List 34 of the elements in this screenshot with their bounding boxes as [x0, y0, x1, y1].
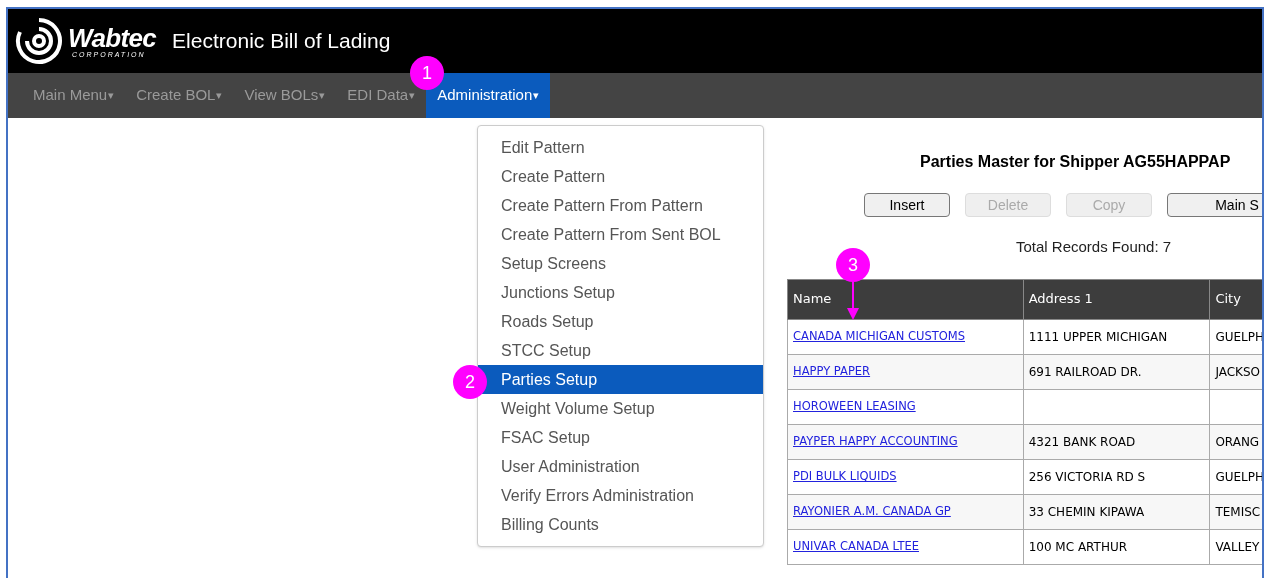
menu-item[interactable]: STCC Setup	[478, 336, 763, 365]
party-name-link[interactable]: PDI BULK LIQUIDS	[793, 469, 897, 484]
party-name-link[interactable]: HAPPY PAPER	[793, 364, 871, 379]
menu-item[interactable]: Setup Screens	[478, 249, 763, 278]
callout-arrow	[847, 282, 859, 320]
menu-item[interactable]: Create Pattern	[478, 162, 763, 191]
callout-badge: 3	[836, 248, 870, 282]
table-cell: 33 CHEMIN KIPAWA	[1023, 494, 1210, 529]
action-button[interactable]: Insert	[864, 193, 950, 217]
menu-item[interactable]: Billing Counts	[478, 510, 763, 539]
app-title: Electronic Bill of Lading	[172, 28, 391, 55]
menu-item[interactable]: FSAC Setup	[478, 423, 763, 452]
menu-item[interactable]: Verify Errors Administration	[478, 481, 763, 510]
table-cell: 256 VICTORIA RD S	[1023, 459, 1210, 494]
menu-item[interactable]: Junctions Setup	[478, 278, 763, 307]
menu-item[interactable]: User Administration	[478, 452, 763, 481]
record-count: Total Records Found: 7	[1015, 237, 1173, 257]
column-header: Address 1	[1023, 279, 1210, 319]
menu-item[interactable]: Roads Setup	[478, 307, 763, 336]
logo-wordmark: Wabtec	[68, 24, 157, 51]
menu-item[interactable]: Parties Setup	[478, 365, 763, 394]
callout-badge: 2	[453, 365, 487, 399]
menu-item[interactable]: Create Pattern From Pattern	[478, 191, 763, 220]
action-button[interactable]: Main S	[1167, 193, 1262, 217]
table-cell: 4321 BANK ROAD	[1023, 424, 1210, 459]
table-cell: 691 RAILROAD DR.	[1023, 354, 1210, 389]
page-title: Parties Master for Shipper AG55HAPPAP	[919, 152, 1232, 172]
column-header: Name	[787, 279, 1024, 319]
table-cell: 1111 UPPER MICHIGAN	[1023, 319, 1210, 354]
logo-icon	[14, 16, 64, 66]
column-header: City	[1209, 279, 1262, 319]
menu-item[interactable]: Create Pattern From Sent BOL	[478, 220, 763, 249]
menu-item[interactable]: Edit Pattern	[478, 133, 763, 162]
table-cell: 100 MC ARTHUR	[1023, 529, 1210, 564]
